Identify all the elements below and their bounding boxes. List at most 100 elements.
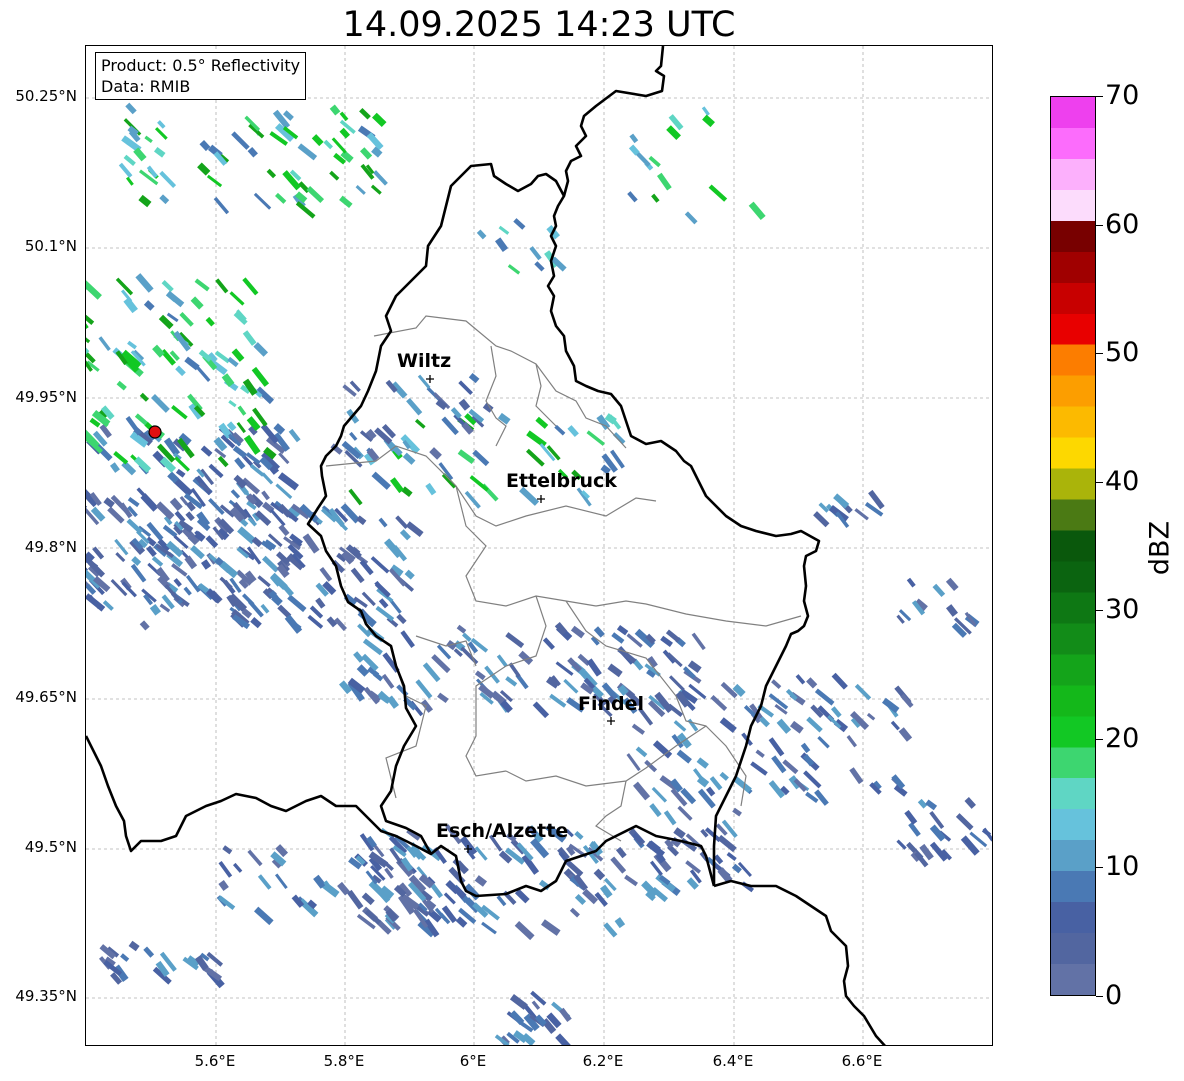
radar-echo bbox=[371, 471, 391, 490]
radar-echo bbox=[361, 892, 375, 906]
radar-echo bbox=[139, 392, 149, 402]
radar-echo bbox=[120, 953, 130, 962]
radar-echo bbox=[218, 861, 233, 878]
radar-echo bbox=[702, 114, 715, 128]
radar-echo bbox=[854, 683, 872, 701]
radar-echo bbox=[806, 677, 818, 689]
radar-echo bbox=[709, 776, 723, 791]
lon-tick-label: 5.8°E bbox=[323, 1052, 365, 1070]
gridlines bbox=[86, 46, 992, 1045]
map-canvas bbox=[86, 46, 992, 1045]
radar-echo bbox=[755, 749, 765, 758]
radar-echo bbox=[750, 761, 768, 776]
radar-echo bbox=[908, 822, 921, 837]
radar-echo bbox=[155, 127, 168, 140]
radar-echo bbox=[151, 556, 164, 567]
radar-echo bbox=[378, 598, 389, 609]
radar-echo bbox=[964, 797, 976, 809]
radar-echo bbox=[701, 106, 710, 116]
radar-echo bbox=[219, 561, 239, 579]
radar-echo bbox=[900, 693, 914, 708]
radar-echo bbox=[532, 701, 550, 719]
radar-echo bbox=[420, 699, 434, 713]
radar-echo bbox=[554, 424, 566, 436]
radar-echo bbox=[360, 147, 373, 160]
radar-echo bbox=[135, 273, 154, 293]
radar-echo bbox=[253, 192, 272, 210]
colorbar-tick-label: 30 bbox=[1105, 594, 1140, 626]
radar-echo bbox=[215, 278, 229, 294]
radar-echo bbox=[505, 632, 525, 649]
radar-echo bbox=[498, 225, 510, 235]
radar-echo bbox=[833, 493, 850, 509]
radar-echo bbox=[417, 374, 431, 389]
radar-echo bbox=[174, 456, 190, 472]
radar-echo bbox=[200, 445, 213, 457]
radar-echo bbox=[529, 246, 542, 261]
radar-echo bbox=[339, 111, 349, 122]
radar-echo bbox=[574, 893, 587, 906]
radar-echo bbox=[339, 195, 353, 209]
radar-echo bbox=[514, 920, 535, 941]
radar-echo bbox=[250, 617, 262, 629]
radar-echo bbox=[890, 720, 900, 731]
city-label-findel: Findel bbox=[578, 693, 645, 715]
lon-tick-label: 6.4°E bbox=[712, 1052, 754, 1070]
radar-echo bbox=[218, 880, 229, 891]
radar-echo bbox=[616, 625, 629, 636]
radar-echo bbox=[430, 883, 444, 899]
radar-echo bbox=[228, 399, 237, 408]
radar-echo bbox=[656, 172, 672, 191]
radar-echo bbox=[260, 603, 270, 614]
radar-echo bbox=[86, 280, 102, 300]
radar-echo bbox=[127, 340, 137, 350]
radar-echo bbox=[355, 185, 366, 195]
radar-echo bbox=[266, 168, 277, 179]
radar-echo bbox=[373, 170, 388, 186]
radar-echo bbox=[422, 662, 441, 683]
radar-echo bbox=[230, 489, 241, 499]
colorbar-tick-label: 40 bbox=[1105, 465, 1140, 497]
radar-echo bbox=[476, 229, 487, 240]
radar-echo bbox=[118, 162, 133, 178]
radar-echo bbox=[806, 716, 823, 733]
radar-echo bbox=[896, 839, 907, 850]
radar-echo bbox=[121, 460, 137, 476]
radar-echo bbox=[242, 330, 257, 346]
radar-echo bbox=[395, 515, 409, 529]
radar-echo bbox=[295, 201, 316, 219]
radar-echo bbox=[323, 139, 333, 150]
radar-echo bbox=[370, 556, 390, 574]
radar-echo bbox=[673, 720, 687, 732]
radar-echo bbox=[496, 654, 508, 667]
radar-echo bbox=[526, 448, 545, 467]
radar-echo bbox=[331, 514, 349, 532]
radar-echo bbox=[429, 447, 442, 460]
radar-echo bbox=[593, 868, 606, 881]
lon-tick-label: 6°E bbox=[459, 1052, 487, 1070]
colorbar-tick bbox=[1096, 96, 1103, 97]
radar-echo bbox=[549, 693, 567, 708]
radar-echo bbox=[247, 849, 263, 867]
radar-echo bbox=[350, 567, 365, 584]
radar-echo bbox=[866, 712, 876, 721]
radar-echo bbox=[236, 421, 246, 434]
radar-echo bbox=[468, 372, 480, 384]
radar-site-marker bbox=[148, 425, 162, 439]
radar-echo bbox=[415, 679, 433, 699]
radar-echo bbox=[635, 746, 648, 758]
lon-tick-label: 6.2°E bbox=[582, 1052, 624, 1070]
radar-echo bbox=[359, 107, 371, 120]
radar-echoes bbox=[86, 102, 992, 1045]
radar-echo bbox=[231, 131, 250, 150]
lon-tick-label: 5.6°E bbox=[194, 1052, 236, 1070]
lat-tick-label: 49.5°N bbox=[24, 838, 77, 856]
radar-echo bbox=[945, 577, 959, 592]
radar-echo bbox=[217, 895, 236, 910]
map-panel[interactable] bbox=[85, 45, 993, 1046]
radar-echo bbox=[651, 193, 660, 203]
radar-echo bbox=[131, 556, 142, 566]
colorbar-tick bbox=[1096, 738, 1103, 740]
radar-echo bbox=[457, 449, 475, 464]
radar-echo bbox=[127, 496, 140, 508]
